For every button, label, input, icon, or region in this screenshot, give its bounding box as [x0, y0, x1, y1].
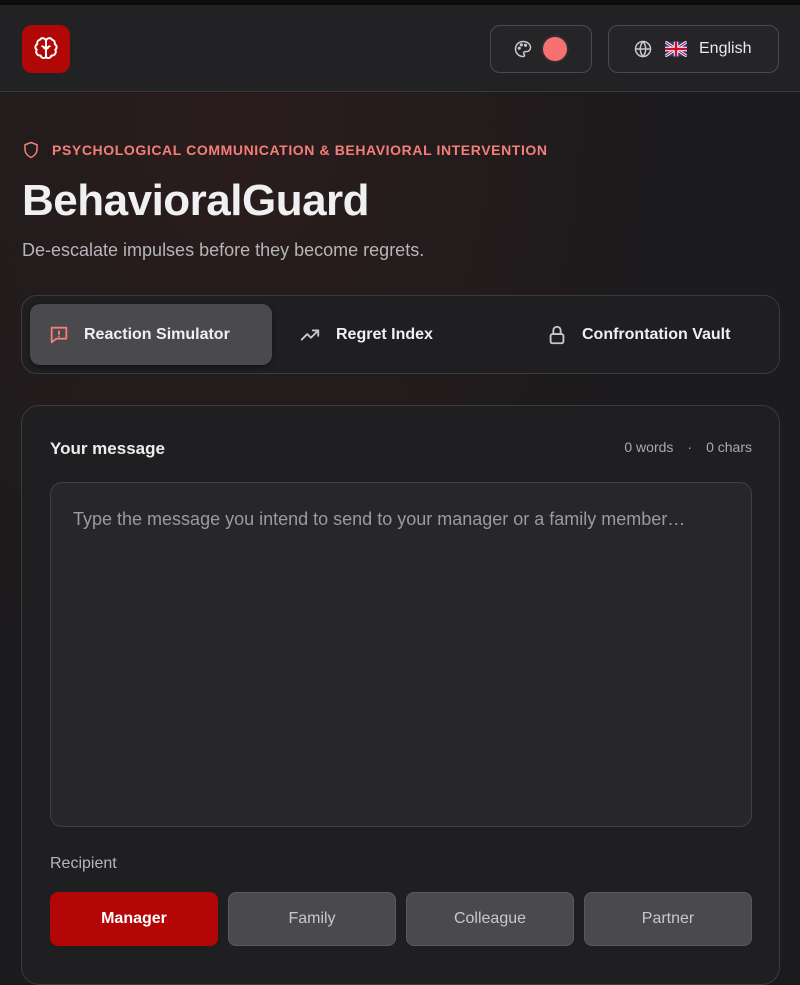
- word-count: 0 words: [624, 439, 674, 455]
- recipient-manager-button[interactable]: Manager: [50, 892, 218, 946]
- message-alert-icon: [50, 326, 68, 343]
- language-label: English: [699, 40, 752, 57]
- page-subtitle: De-escalate impulses before they become …: [22, 240, 425, 260]
- theme-color-swatch: [543, 37, 567, 61]
- tab-confrontation-vault[interactable]: Confrontation Vault: [528, 304, 773, 365]
- char-count: 0 chars: [706, 439, 752, 455]
- shield-icon: [24, 141, 38, 159]
- recipient-family-button[interactable]: Family: [228, 892, 396, 946]
- message-input[interactable]: [50, 482, 752, 827]
- tab-regret-index[interactable]: Regret Index: [280, 304, 520, 365]
- counter-separator: ·: [687, 439, 693, 455]
- app-header: English: [0, 5, 800, 92]
- tab-label: Reaction Simulator: [84, 325, 230, 343]
- message-label: Your message: [50, 439, 165, 458]
- message-counter: 0 words · 0 chars: [624, 439, 752, 455]
- tab-label: Regret Index: [336, 325, 433, 343]
- uk-flag-icon: [665, 41, 687, 57]
- page-title: BehavioralGuard: [22, 176, 370, 225]
- mode-tabs: Reaction Simulator Regret Index Confront…: [21, 295, 780, 374]
- recipient-partner-button[interactable]: Partner: [584, 892, 752, 946]
- language-selector[interactable]: English: [608, 25, 779, 73]
- recipient-colleague-button[interactable]: Colleague: [406, 892, 574, 946]
- palette-icon: [514, 40, 532, 58]
- reaction-simulator-card: Your message 0 words · 0 chars Recipient…: [21, 405, 780, 985]
- trending-up-icon: [300, 329, 320, 340]
- tab-label: Confrontation Vault: [582, 325, 731, 343]
- eyebrow: PSYCHOLOGICAL COMMUNICATION & BEHAVIORAL…: [22, 140, 548, 160]
- recipient-label: Recipient: [50, 855, 117, 872]
- eyebrow-text: PSYCHOLOGICAL COMMUNICATION & BEHAVIORAL…: [52, 142, 548, 158]
- tab-reaction-simulator[interactable]: Reaction Simulator: [30, 304, 272, 365]
- brain-icon: [34, 37, 58, 59]
- lock-icon: [549, 325, 565, 344]
- globe-icon: [634, 40, 652, 58]
- theme-color-button[interactable]: [490, 25, 592, 73]
- recipient-options: Manager Family Colleague Partner: [50, 892, 752, 946]
- app-logo[interactable]: [22, 25, 70, 73]
